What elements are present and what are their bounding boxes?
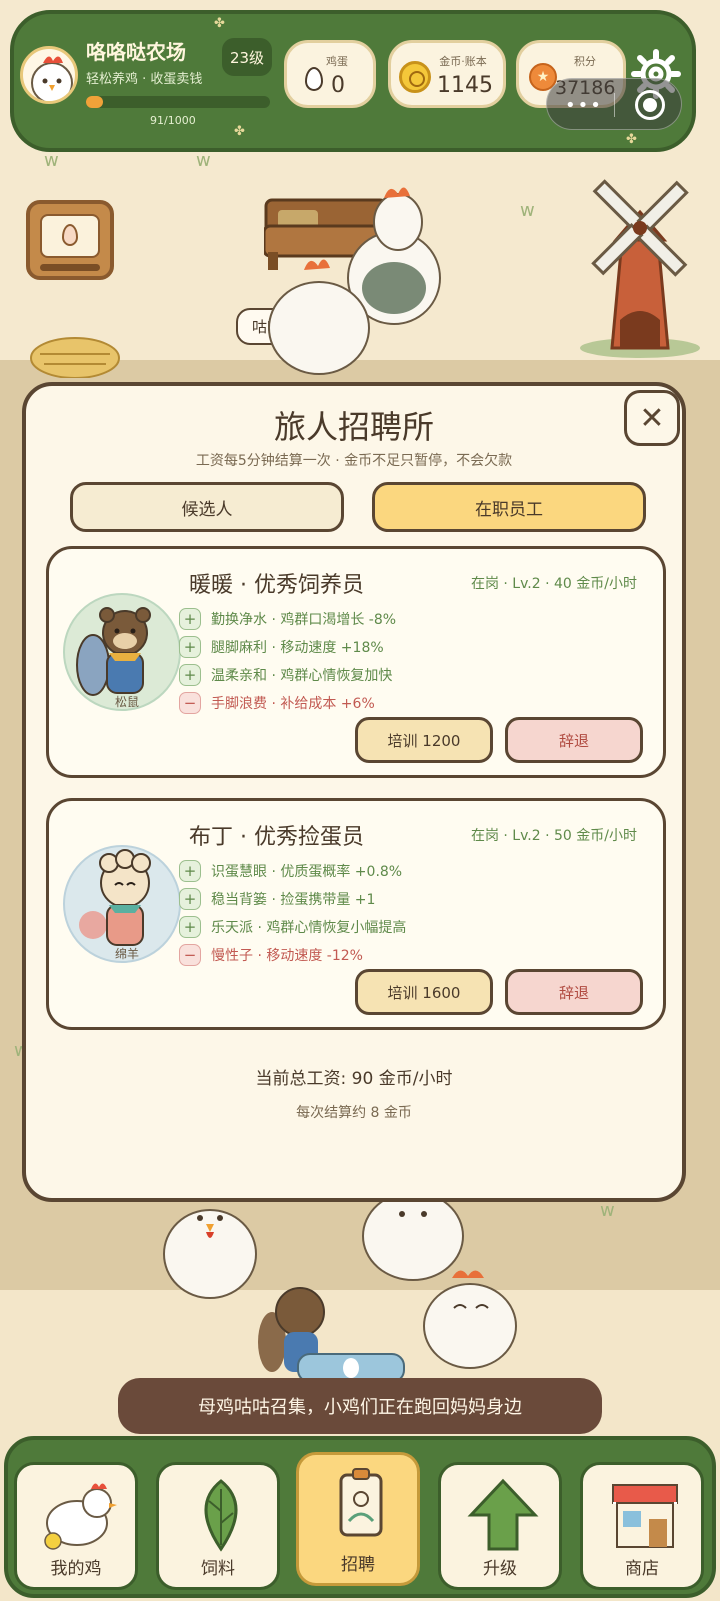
trait-text: 乐天派 · 鸡群心情恢复小幅提高 (211, 920, 407, 936)
worker-trait: + 乐天派 · 鸡群心情恢复小幅提高 (179, 915, 406, 939)
worker-trait: + 识蛋慧眼 · 优质蛋概率 +0.8% (179, 859, 402, 883)
train-button[interactable]: 培训 1200 (355, 717, 493, 763)
egg-counter[interactable]: 鸡蛋 0 (284, 40, 376, 108)
grass-tuft: ᴡ (520, 200, 535, 221)
hen-sprite[interactable] (264, 248, 374, 378)
nav-feed[interactable]: 饲料 (156, 1462, 280, 1590)
coin-counter-value: 1145 (437, 73, 493, 98)
modal-subtitle: 工资每5分钟结算一次 · 金币不足只暂停，不会欠款 (195, 453, 513, 469)
trait-sign: − (179, 692, 201, 714)
dismiss-button[interactable]: 辞退 (505, 969, 643, 1015)
egg-icon (305, 67, 323, 91)
xp-text: 91/1000 (150, 114, 196, 127)
coin-counter[interactable]: 金币·账本 1145 (388, 40, 506, 108)
worker-trait: + 勤换净水 · 鸡群口渴增长 -8% (179, 607, 396, 631)
nav-label: 招聘 (341, 1555, 375, 1575)
hay-bale (30, 337, 120, 378)
modal-title: 旅人招聘所 (273, 408, 434, 446)
trait-text: 勤换净水 · 鸡群口渴增长 -8% (211, 612, 397, 628)
trait-text: 慢性子 · 移动速度 -12% (211, 948, 363, 964)
nav-shop[interactable]: 商店 (580, 1462, 704, 1590)
dismiss-button[interactable]: 辞退 (505, 717, 643, 763)
nav-label: 我的鸡 (50, 1559, 102, 1579)
badge-icon (339, 1468, 383, 1537)
tab-current-staff[interactable]: 在职员工 (372, 482, 646, 532)
recruitment-modal: 旅人招聘所 工资每5分钟结算一次 · 金币不足只暂停，不会欠款 ✕ 候选人 在职… (22, 382, 686, 1202)
worker-card: 布丁 · 优秀捡蛋员 在岗 · Lv.2 · 50 金币/小时 绵羊 + 识蛋慧… (46, 798, 666, 1030)
worker-name: 暖暖 · 优秀饲养员 (189, 573, 364, 598)
tab-candidates[interactable]: 候选人 (70, 482, 344, 532)
clover-decoration: ✤ (626, 132, 637, 147)
up-arrow-icon (467, 1478, 539, 1551)
worker-species: 松鼠 (114, 695, 139, 709)
more-menu-icon[interactable]: ••• (565, 95, 603, 116)
bottom-nav: 我的鸡 饲料 招聘 升级 商店 (4, 1436, 716, 1598)
trait-text: 腿脚麻利 · 移动速度 +18% (211, 640, 384, 656)
shop-icon (612, 1484, 678, 1548)
xp-progress-bar (86, 96, 270, 108)
close-miniprogram-icon[interactable] (635, 90, 665, 120)
total-wage: 当前总工资: 90 金币/小时 (255, 1069, 453, 1089)
trait-sign: + (179, 608, 201, 630)
egg-counter-value: 0 (331, 73, 345, 98)
trait-sign: − (179, 944, 201, 966)
worker-card: 暖暖 · 优秀饲养员 在岗 · Lv.2 · 40 金币/小时 松鼠 + 勤换净… (46, 546, 666, 778)
worker-name: 布丁 · 优秀捡蛋员 (189, 825, 364, 850)
trait-sign: + (179, 888, 201, 910)
sleeping-hen-sprite[interactable] (420, 1262, 520, 1372)
grass-tuft: ᴡ (44, 150, 59, 171)
worker-trait-negative: − 手脚浪费 · 补给成本 +6% (179, 691, 375, 715)
worker-trait: + 稳当背篓 · 捡蛋携带量 +1 (179, 887, 375, 911)
level-badge: 23级 (222, 38, 272, 76)
egg-collector[interactable] (26, 200, 114, 280)
nav-label: 饲料 (201, 1559, 235, 1579)
farm-name: 咯咯哒农场 (86, 40, 186, 64)
trait-text: 稳当背篓 · 捡蛋携带量 +1 (211, 892, 376, 908)
windmill[interactable] (570, 170, 710, 360)
close-icon: ✕ (639, 400, 665, 436)
chicken-icon (44, 1483, 117, 1550)
mini-program-capsule: ••• (546, 78, 682, 130)
leaf-icon (204, 1479, 238, 1552)
trait-text: 温柔亲和 · 鸡群心情恢复加快 (211, 668, 393, 684)
worker-status: 在岗 · Lv.2 · 50 金币/小时 (470, 828, 637, 844)
grass-tuft: ᴡ (600, 1200, 615, 1221)
grass-tuft: ᴡ (196, 150, 211, 171)
nav-label: 升级 (483, 1559, 517, 1579)
farm-subtitle: 轻松养鸡 · 收蛋卖钱 (86, 72, 203, 87)
trait-sign: + (179, 916, 201, 938)
notification-toast: 母鸡咕咕召集，小鸡们正在跑回妈妈身边 (118, 1378, 602, 1434)
clover-decoration: ✤ (234, 124, 245, 139)
trait-text: 手脚浪费 · 补给成本 +6% (211, 696, 375, 712)
worker-status: 在岗 · Lv.2 · 40 金币/小时 (470, 576, 637, 592)
trait-sign: + (179, 664, 201, 686)
capsule-divider (614, 93, 615, 117)
worker-trait: + 腿脚麻利 · 移动速度 +18% (179, 635, 384, 659)
worker-trait: + 温柔亲和 · 鸡群心情恢复加快 (179, 663, 392, 687)
nav-label: 商店 (625, 1559, 659, 1579)
train-button[interactable]: 培训 1600 (355, 969, 493, 1015)
nav-my-chickens[interactable]: 我的鸡 (14, 1462, 138, 1590)
xp-progress-fill (86, 96, 103, 108)
trait-sign: + (179, 860, 201, 882)
coin-icon (399, 61, 431, 93)
nav-recruit[interactable]: 招聘 (296, 1452, 420, 1586)
clover-decoration: ✤ (214, 16, 225, 31)
worker-species: 绵羊 (114, 947, 139, 961)
worker-trait-negative: − 慢性子 · 移动速度 -12% (179, 943, 363, 967)
per-settlement-cost: 每次结算约 8 金币 (296, 1105, 412, 1121)
trait-sign: + (179, 636, 201, 658)
egg-collector-bar (40, 264, 100, 271)
trait-text: 识蛋慧眼 · 优质蛋概率 +0.8% (211, 864, 403, 880)
egg-icon (62, 224, 78, 246)
close-modal-button[interactable]: ✕ (624, 390, 680, 446)
nav-upgrade[interactable]: 升级 (438, 1462, 562, 1590)
player-avatar[interactable] (20, 46, 78, 104)
